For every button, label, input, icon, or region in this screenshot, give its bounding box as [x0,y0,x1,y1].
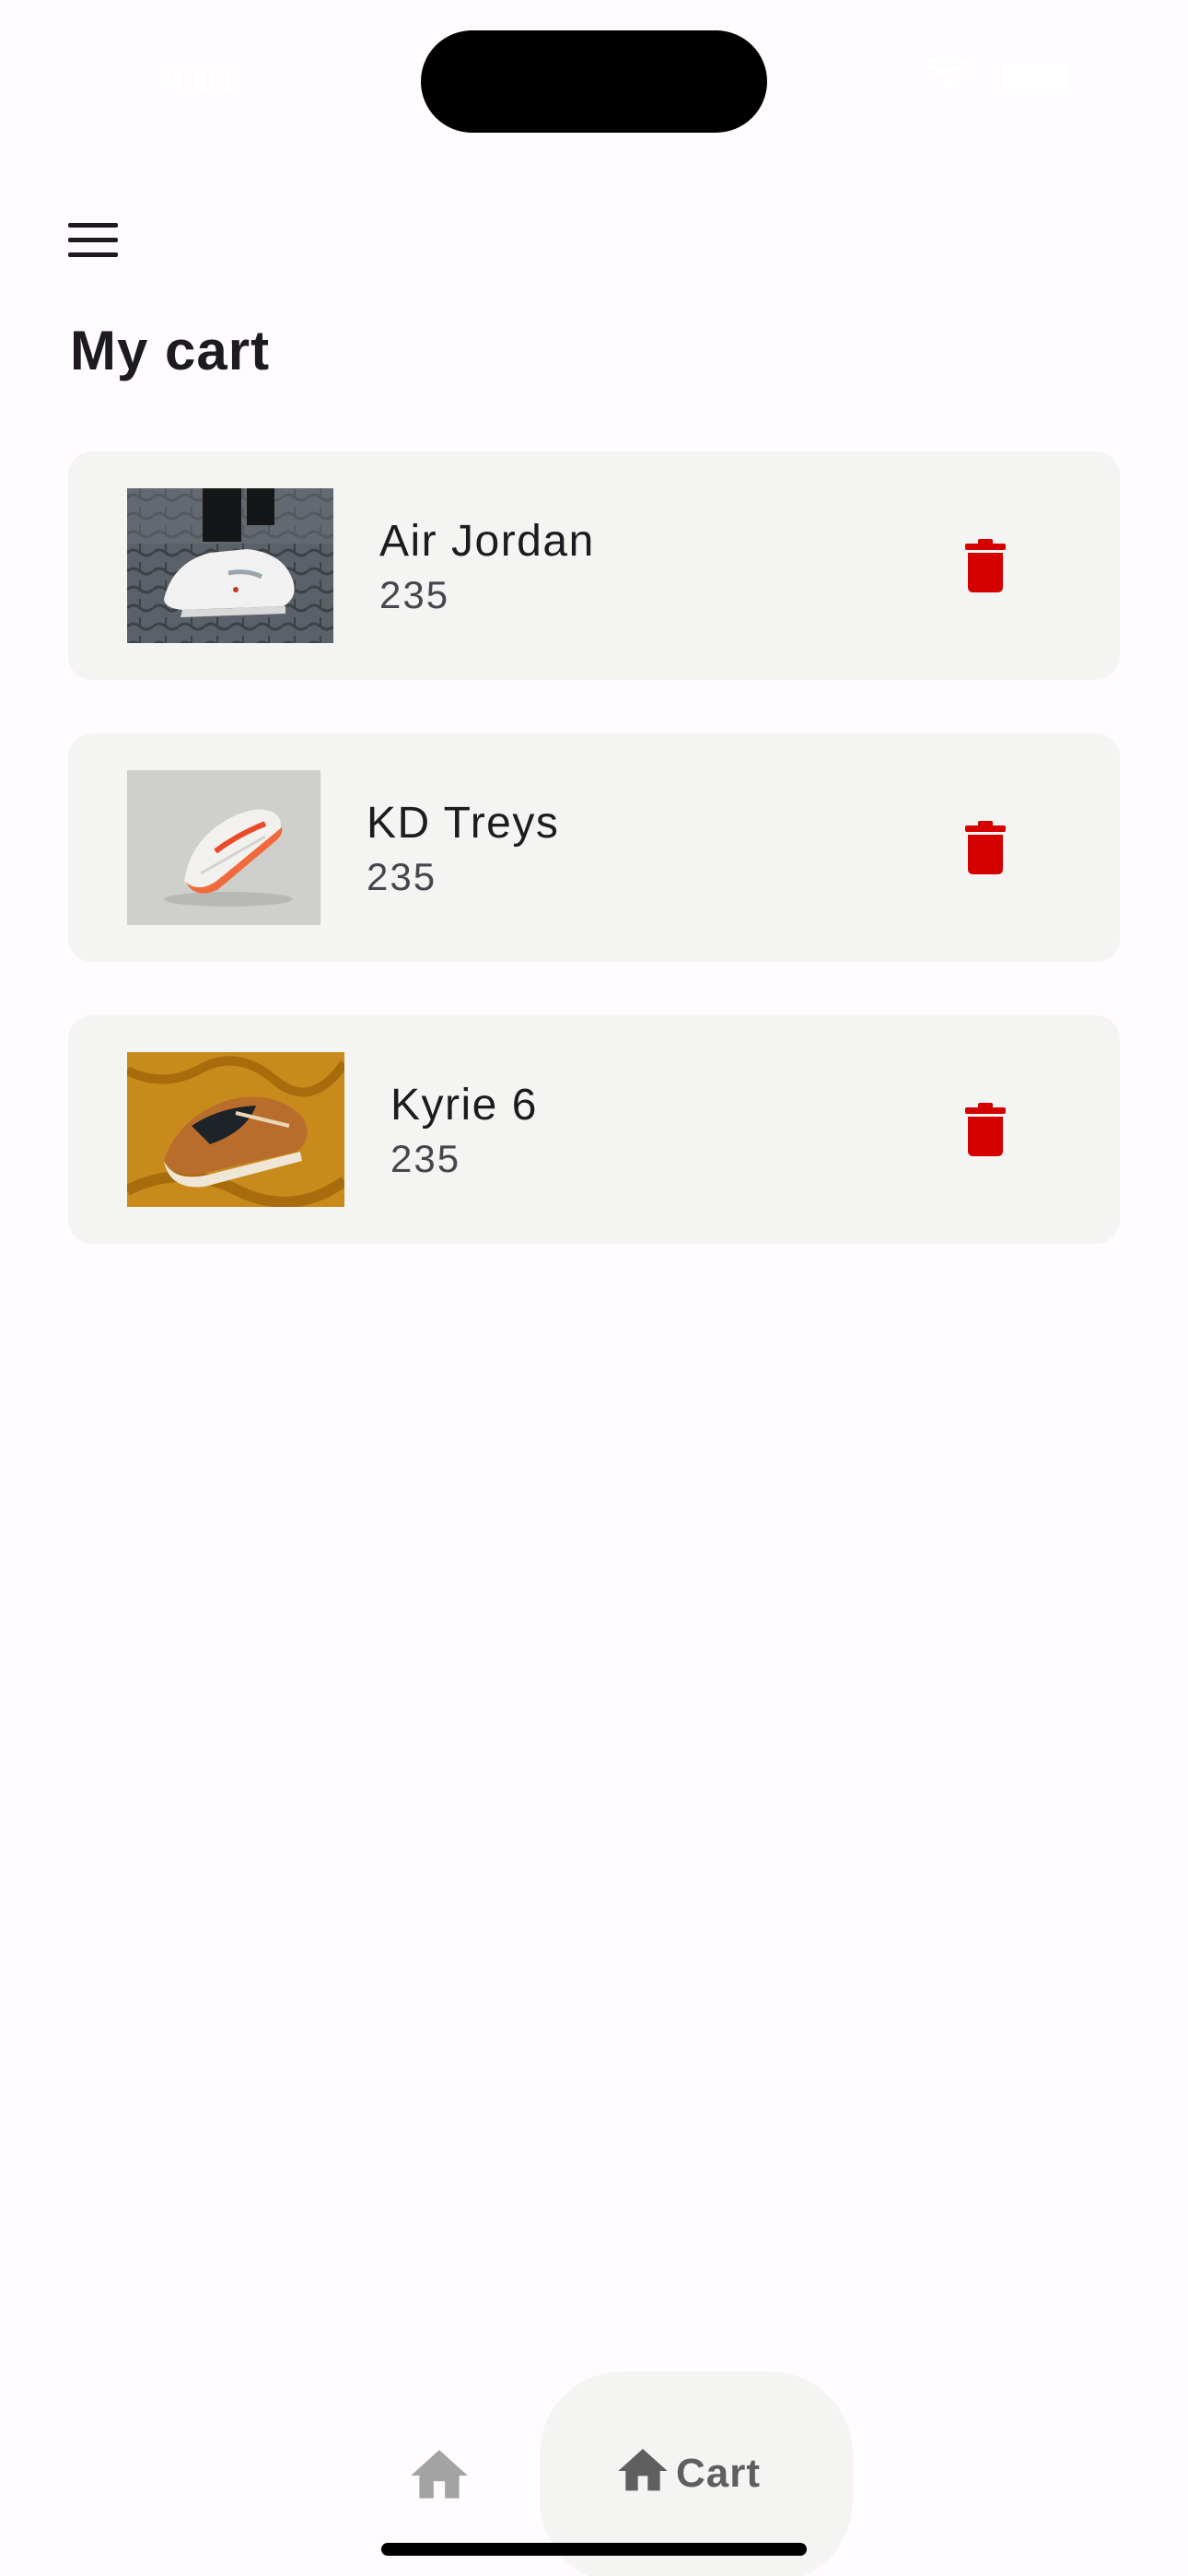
delete-button[interactable] [943,523,1028,608]
item-price: 235 [379,573,450,616]
item-price: 235 [390,1137,461,1180]
menu-button[interactable] [66,219,120,263]
cart-item[interactable]: KD Treys 235 [68,733,1120,962]
cart-item[interactable]: Kyrie 6 235 [68,1015,1120,1244]
home-icon [618,2449,668,2491]
item-name: KD Treys [367,799,560,848]
nav-home-button[interactable] [405,2441,473,2510]
delete-button[interactable] [943,1087,1028,1172]
trash-icon [965,821,1006,874]
nav-cart-label: Cart [676,2451,762,2496]
trash-icon [965,539,1006,592]
product-image [127,770,320,925]
page-title: My cart [70,320,271,381]
menu-bar [68,238,118,242]
item-info: Air Jordan 235 [379,514,595,621]
battery-icon [1004,64,1070,94]
cart-screen: 4:01 My cart Air Jordan 235 KD Treys 235… [0,0,1188,2576]
item-info: KD Treys 235 [367,796,559,903]
home-icon [411,2450,468,2499]
dynamic-island [421,30,767,133]
item-name: Kyrie 6 [390,1081,538,1130]
wifi-icon [926,57,973,90]
item-price: 235 [367,855,437,898]
item-name: Air Jordan [379,517,595,566]
trash-icon [965,1103,1006,1156]
status-time: 4:01 [161,57,239,100]
menu-bar [68,252,118,257]
home-indicator [381,2543,807,2556]
cart-item[interactable]: Air Jordan 235 [68,451,1120,680]
delete-button[interactable] [943,805,1028,890]
menu-bar [68,223,118,228]
product-image [127,488,333,643]
product-image [127,1052,344,1207]
item-info: Kyrie 6 235 [390,1078,538,1185]
